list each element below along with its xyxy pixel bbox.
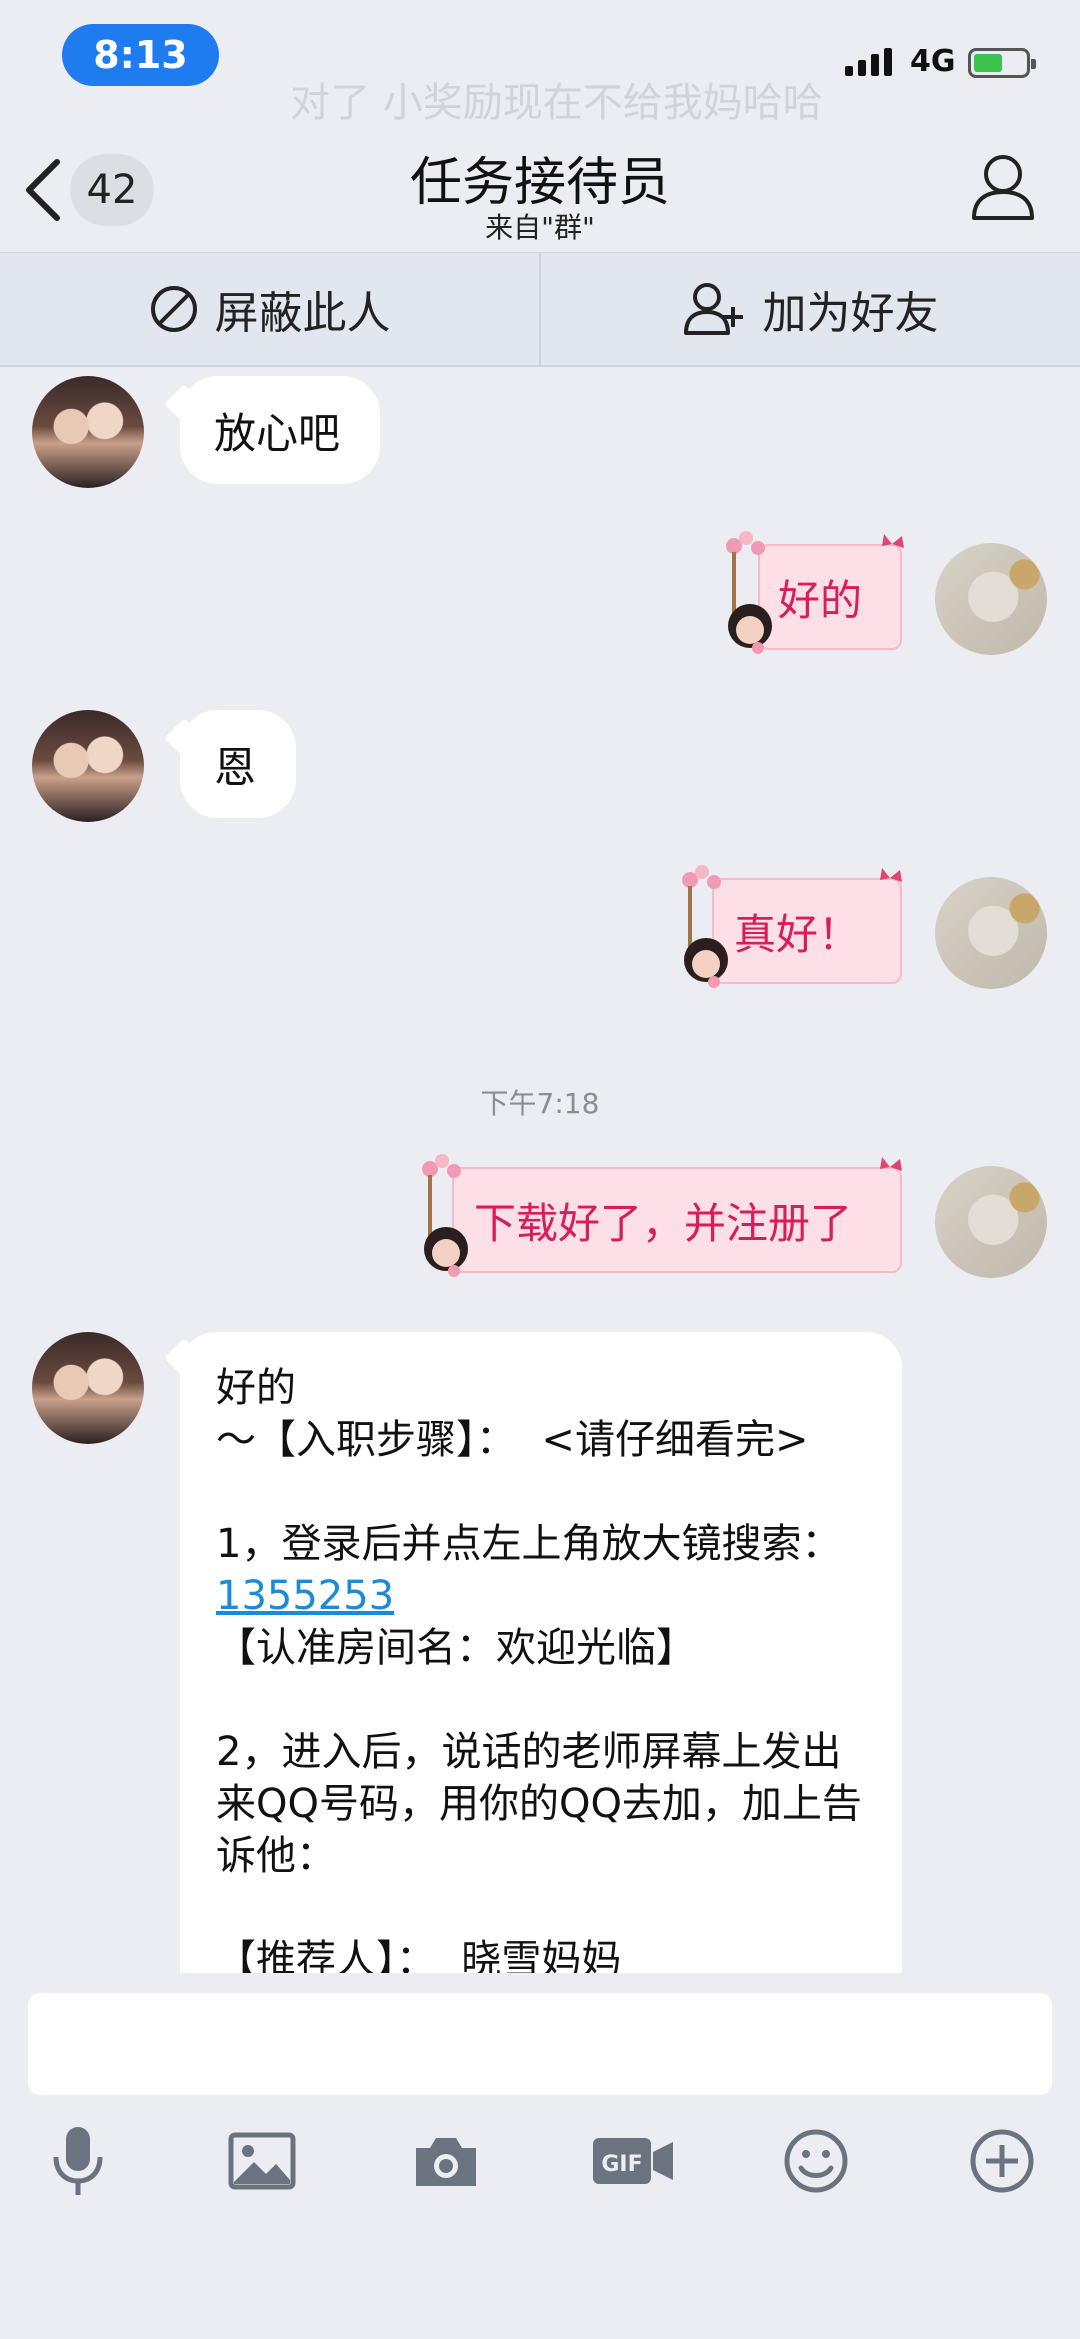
back-icon[interactable] <box>18 158 68 222</box>
friend-avatar[interactable] <box>32 376 144 488</box>
friend-avatar[interactable] <box>32 1332 144 1444</box>
room-number-link[interactable]: 1355253 <box>216 1573 394 1619</box>
message-text: 【认准房间名：欢迎光临】 <box>216 1625 696 1671</box>
profile-icon[interactable] <box>970 152 1036 222</box>
plus-icon[interactable] <box>962 2121 1042 2201</box>
unread-count-badge[interactable]: 42 <box>70 154 154 226</box>
my-avatar[interactable] <box>935 1166 1047 1278</box>
battery-icon <box>968 48 1036 78</box>
message-line: 2，进入后，说话的老师屏幕上发出来QQ号码，用你的QQ去加，加上告诉他： <box>216 1729 862 1879</box>
network-type: 4G <box>910 44 956 79</box>
friend-avatar[interactable] <box>32 710 144 822</box>
bubble-decoration-icon <box>726 531 904 654</box>
add-friend-icon <box>683 283 743 335</box>
gif-icon[interactable]: GIF <box>590 2121 676 2201</box>
page-title: 任务接待员 <box>409 153 670 213</box>
action-bar: 屏蔽此人 加为好友 <box>0 252 1080 367</box>
signal-icon <box>845 48 892 76</box>
emoji-icon[interactable] <box>776 2121 856 2201</box>
camera-icon[interactable] <box>406 2121 486 2201</box>
chat-bubble-long[interactable]: 好的 ～【入职步骤】： <请仔细看完> 1，登录后并点左上角放大镜搜索： 1355… <box>180 1332 902 1973</box>
message-line: 1，登录后并点左上角放大镜搜索： 1355253 【认准房间名：欢迎光临】 <box>216 1518 866 1674</box>
chat-bubble[interactable]: 放心吧 <box>180 376 380 484</box>
status-time[interactable]: 8:13 <box>62 24 219 86</box>
add-friend-label: 加为好友 <box>762 288 939 339</box>
bubble-decoration-icon <box>422 1154 902 1277</box>
my-avatar[interactable] <box>935 543 1047 655</box>
message-input[interactable] <box>28 1993 1052 2095</box>
block-icon <box>150 286 197 332</box>
my-avatar[interactable] <box>935 877 1047 989</box>
block-user-button[interactable]: 屏蔽此人 <box>0 253 539 365</box>
chat-bubble[interactable]: 恩 <box>180 710 296 818</box>
page-subtitle: 来自"群" <box>485 211 595 244</box>
input-toolbar: GIF <box>0 2121 1080 2201</box>
input-area: GIF <box>0 1973 1080 2339</box>
message-line: 好的 <box>216 1365 296 1411</box>
message-text: 1，登录后并点左上角放大镜搜索： <box>216 1521 842 1567</box>
message-timestamp: 下午7:18 <box>480 1087 600 1120</box>
message-line: 【推荐人】： 晓雪妈妈 <box>216 1937 622 1973</box>
message-line: ～【入职步骤】： <请仔细看完> <box>216 1417 809 1463</box>
block-user-label: 屏蔽此人 <box>214 288 391 339</box>
image-icon[interactable] <box>222 2121 302 2201</box>
bubble-decoration-icon <box>682 865 902 988</box>
chat-area[interactable]: 放心吧 好的 恩 真好！ 下午7:18 下载好了，并注册了 好的 ～【入职步骤】… <box>0 366 1080 1973</box>
svg-text:GIF: GIF <box>601 2152 642 2177</box>
microphone-icon[interactable] <box>38 2121 118 2201</box>
add-friend-button[interactable]: 加为好友 <box>539 253 1080 365</box>
